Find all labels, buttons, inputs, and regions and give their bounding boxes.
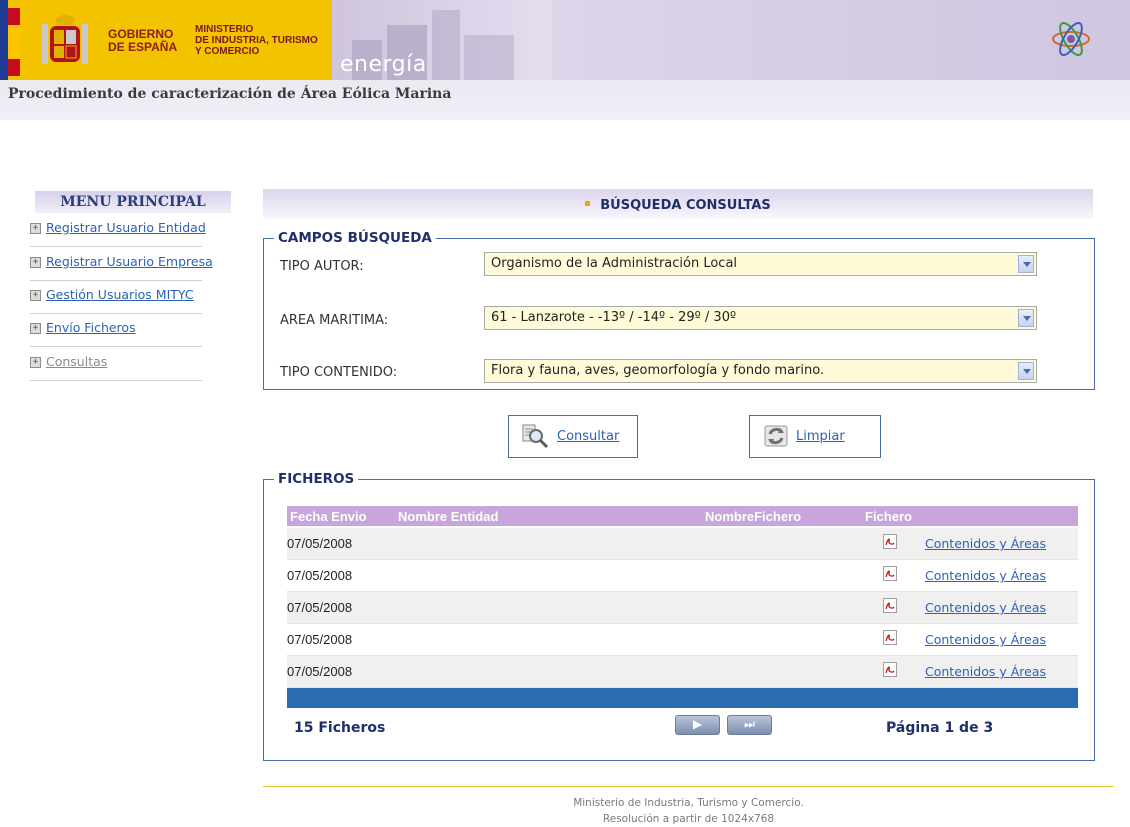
table-row: 07/05/2008 Contenidos y Áreas bbox=[287, 528, 1078, 560]
consultar-label[interactable]: Consultar bbox=[557, 429, 619, 444]
section-heading-text: BÚSQUEDA CONSULTAS bbox=[600, 198, 771, 213]
last-page-icon: ⏭ bbox=[744, 717, 755, 731]
sidebar-item-label[interactable]: Registrar Usuario Entidad bbox=[46, 220, 206, 235]
pdf-icon[interactable] bbox=[883, 566, 897, 581]
limpiar-button[interactable]: Limpiar bbox=[749, 415, 881, 458]
menu-principal-title: MENU PRINCIPAL bbox=[35, 191, 231, 213]
table-footer-bar bbox=[287, 688, 1078, 708]
column-header-fichero-nombre[interactable]: NombreFichero bbox=[705, 509, 801, 524]
column-header-fichero[interactable]: Fichero bbox=[865, 509, 912, 524]
row-date: 07/05/2008 bbox=[287, 536, 353, 551]
table-row: 07/05/2008 Contenidos y Áreas bbox=[287, 592, 1078, 624]
coat-of-arms-icon bbox=[42, 14, 88, 64]
next-page-button[interactable]: ▶ bbox=[675, 715, 720, 735]
pdf-icon[interactable] bbox=[883, 630, 897, 645]
row-date: 07/05/2008 bbox=[287, 664, 353, 679]
search-fields-panel: CAMPOS BÚSQUEDA TIPO AUTOR: Organismo de… bbox=[263, 230, 1095, 390]
pdf-icon[interactable] bbox=[883, 534, 897, 549]
sidebar-item-registrar-usuario-entidad[interactable]: + Registrar Usuario Entidad bbox=[30, 218, 206, 247]
expand-icon: + bbox=[30, 323, 41, 334]
chevron-down-icon[interactable] bbox=[1018, 309, 1034, 327]
pdf-icon[interactable] bbox=[883, 662, 897, 677]
sidebar-item-registrar-usuario-empresa[interactable]: + Registrar Usuario Empresa bbox=[30, 252, 213, 281]
section-heading: BÚSQUEDA CONSULTAS bbox=[263, 189, 1093, 219]
contenidos-areas-link[interactable]: Contenidos y Áreas bbox=[925, 632, 1046, 647]
expand-icon: + bbox=[30, 290, 41, 301]
ministerio-line-1: MINISTERIO bbox=[195, 24, 254, 35]
magnifier-icon bbox=[522, 424, 549, 449]
building-graphic bbox=[432, 10, 460, 80]
area-maritima-label: AREA MARITIMA: bbox=[280, 313, 389, 328]
tipo-autor-value: Organismo de la Administración Local bbox=[491, 256, 738, 271]
column-header-entidad[interactable]: Nombre Entidad bbox=[398, 509, 498, 524]
page-indicator: Página 1 de 3 bbox=[886, 720, 994, 736]
sidebar-item-label[interactable]: Consultas bbox=[46, 354, 107, 369]
contenidos-areas-link[interactable]: Contenidos y Áreas bbox=[925, 536, 1046, 551]
tipo-autor-label: TIPO AUTOR: bbox=[280, 259, 364, 274]
tipo-contenido-label: TIPO CONTENIDO: bbox=[280, 365, 398, 380]
row-date: 07/05/2008 bbox=[287, 600, 353, 615]
building-graphic bbox=[464, 35, 514, 80]
sidebar-item-label[interactable]: Gestión Usuarios MITYC bbox=[46, 287, 194, 302]
tipo-autor-select[interactable]: Organismo de la Administración Local bbox=[484, 252, 1037, 276]
refresh-icon bbox=[764, 425, 788, 447]
chevron-down-icon[interactable] bbox=[1018, 255, 1034, 273]
consultar-button[interactable]: Consultar bbox=[508, 415, 638, 458]
table-row: 07/05/2008 Contenidos y Áreas bbox=[287, 624, 1078, 656]
area-maritima-select[interactable]: 61 - Lanzarote - -13º / -14º - 29º / 30º bbox=[484, 306, 1037, 330]
sidebar-item-label[interactable]: Registrar Usuario Empresa bbox=[46, 254, 213, 269]
expand-icon: + bbox=[30, 223, 41, 234]
file-count: 15 Ficheros bbox=[294, 720, 386, 736]
chevron-down-icon[interactable] bbox=[1018, 362, 1034, 380]
last-page-button[interactable]: ⏭ bbox=[727, 715, 772, 735]
bullet-icon bbox=[585, 201, 591, 206]
sidebar-item-label[interactable]: Envío Ficheros bbox=[46, 320, 136, 335]
row-date: 07/05/2008 bbox=[287, 568, 353, 583]
government-logo-block: GOBIERNO DE ESPAÑA MINISTERIO DE INDUSTR… bbox=[0, 0, 332, 80]
ministerio-text: MINISTERIO DE INDUSTRIA, TURISMO Y COMER… bbox=[195, 24, 318, 57]
tipo-contenido-select[interactable]: Flora y fauna, aves, geomorfología y fon… bbox=[484, 359, 1037, 383]
pdf-icon[interactable] bbox=[883, 598, 897, 613]
area-maritima-value: 61 - Lanzarote - -13º / -14º - 29º / 30º bbox=[491, 310, 737, 325]
contenidos-areas-link[interactable]: Contenidos y Áreas bbox=[925, 600, 1046, 615]
ficheros-legend: FICHEROS bbox=[274, 471, 359, 487]
contenidos-areas-link[interactable]: Contenidos y Áreas bbox=[925, 568, 1046, 583]
table-row: 07/05/2008 Contenidos y Áreas bbox=[287, 656, 1078, 688]
footer-divider bbox=[263, 786, 1114, 787]
search-fields-legend: CAMPOS BÚSQUEDA bbox=[274, 230, 436, 246]
expand-icon: + bbox=[30, 257, 41, 268]
page-header: GOBIERNO DE ESPAÑA MINISTERIO DE INDUSTR… bbox=[0, 0, 1130, 120]
sidebar-item-consultas[interactable]: + Consultas bbox=[30, 352, 202, 381]
sidebar-item-envio-ficheros[interactable]: + Envío Ficheros bbox=[30, 318, 202, 347]
eu-flag-strip bbox=[0, 0, 8, 80]
expand-icon: + bbox=[30, 357, 41, 368]
table-header: Fecha Envio Nombre Entidad NombreFichero… bbox=[287, 506, 1078, 526]
limpiar-label[interactable]: Limpiar bbox=[796, 429, 845, 444]
energia-logo-text: energía bbox=[340, 52, 427, 77]
sidebar-item-gestion-usuarios[interactable]: + Gestión Usuarios MITYC bbox=[30, 285, 202, 314]
page-title: Procedimiento de caracterización de Área… bbox=[8, 86, 452, 102]
column-header-fecha[interactable]: Fecha Envio bbox=[290, 509, 367, 524]
row-date: 07/05/2008 bbox=[287, 632, 353, 647]
spain-flag-strip bbox=[8, 8, 20, 76]
tipo-contenido-value: Flora y fauna, aves, geomorfología y fon… bbox=[491, 363, 825, 378]
contenidos-areas-link[interactable]: Contenidos y Áreas bbox=[925, 664, 1046, 679]
table-row: 07/05/2008 Contenidos y Áreas bbox=[287, 560, 1078, 592]
footer-line-1: Ministerio de Industria, Turismo y Comer… bbox=[573, 797, 804, 809]
next-icon: ▶ bbox=[692, 717, 703, 731]
gobierno-line-2: DE ESPAÑA bbox=[108, 40, 178, 54]
ministerio-line-2: DE INDUSTRIA, TURISMO bbox=[195, 35, 318, 46]
page-footer: Ministerio de Industria, Turismo y Comer… bbox=[263, 795, 1114, 827]
gobierno-text: GOBIERNO DE ESPAÑA bbox=[108, 28, 177, 54]
ministerio-line-3: Y COMERCIO bbox=[195, 46, 260, 57]
atom-logo-icon bbox=[1052, 22, 1090, 56]
